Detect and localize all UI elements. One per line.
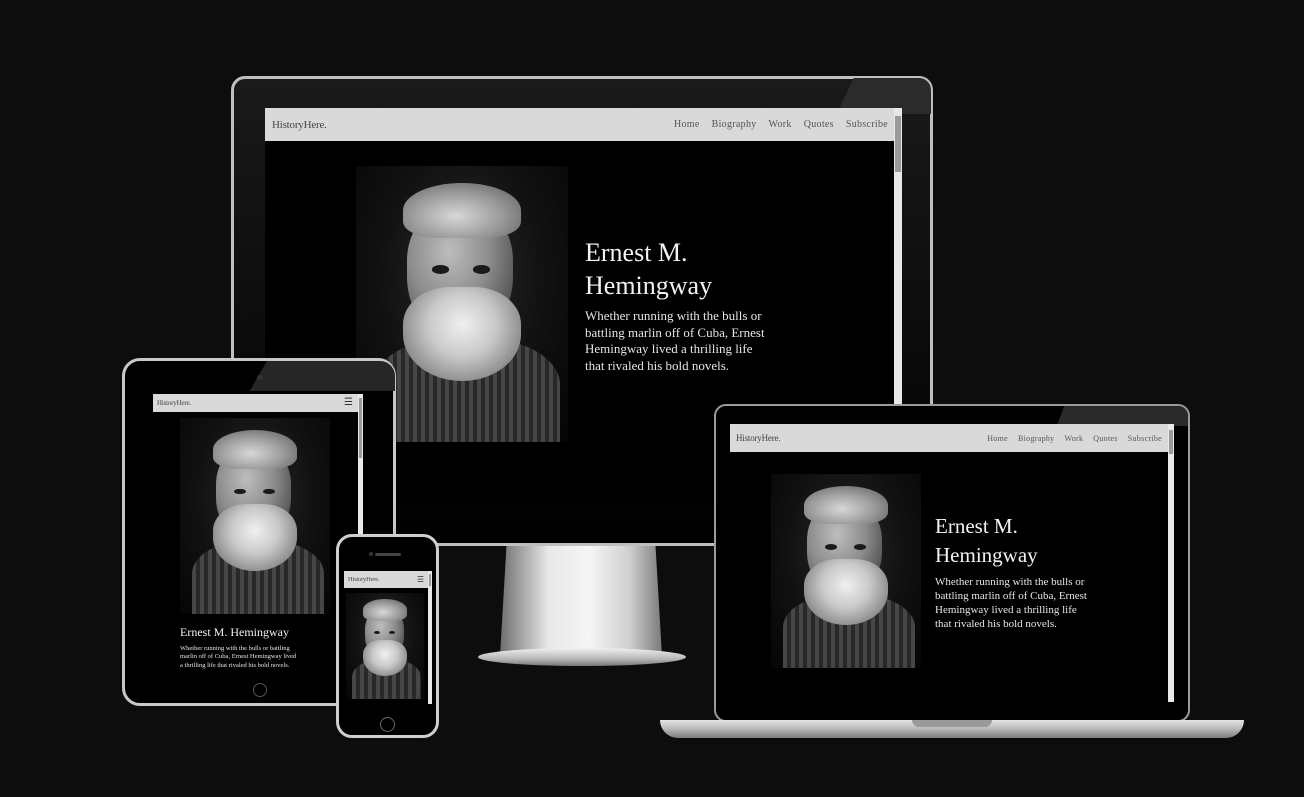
hemingway-portrait (180, 418, 330, 614)
brand-logo[interactable]: HistoryHere. (736, 433, 781, 443)
tablet-navbar: HistoryHere. ☰ (153, 394, 363, 412)
nav-home[interactable]: Home (674, 119, 700, 130)
hero-title: Ernest M. Hemingway (585, 236, 712, 303)
home-button-icon[interactable] (380, 717, 395, 732)
laptop-notch (912, 720, 992, 727)
laptop-screen: HistoryHere. Home Biography Work Quotes … (730, 424, 1174, 702)
monitor-stand (500, 546, 662, 656)
nav-subscribe[interactable]: Subscribe (1128, 434, 1162, 443)
desktop-nav-links: Home Biography Work Quotes Subscribe (662, 119, 888, 130)
nav-biography[interactable]: Biography (712, 119, 757, 130)
desktop-navbar: HistoryHere. Home Biography Work Quotes … (265, 108, 902, 141)
phone-navbar: HistoryHere. ☰ (344, 571, 432, 588)
laptop-navbar: HistoryHere. Home Biography Work Quotes … (730, 424, 1174, 452)
hero-title: Ernest M. Hemingway (935, 514, 1038, 567)
nav-home[interactable]: Home (987, 434, 1008, 443)
hero-title-line2: Hemingway (585, 271, 713, 301)
hero-title: Ernest M. Hemingway (180, 625, 289, 639)
hero-lead: Whether running with the bulls or battli… (935, 576, 1087, 630)
phone-scrollbar[interactable] (428, 571, 432, 704)
nav-subscribe[interactable]: Subscribe (846, 119, 888, 130)
monitor-base (478, 648, 686, 666)
brand-logo[interactable]: HistoryHere. (348, 576, 380, 583)
nav-biography[interactable]: Biography (1018, 434, 1054, 443)
hemingway-portrait (346, 593, 424, 699)
scrollbar-thumb[interactable] (429, 574, 431, 586)
scrollbar-thumb[interactable] (895, 116, 901, 172)
scrollbar-thumb[interactable] (359, 398, 362, 458)
hamburger-icon[interactable]: ☰ (344, 398, 353, 408)
nav-work[interactable]: Work (769, 119, 792, 130)
phone-screen: HistoryHere. ☰ (344, 571, 432, 704)
laptop-scrollbar[interactable] (1168, 424, 1174, 702)
hero-lead: Whether running with the bulls or battli… (180, 645, 297, 669)
tablet-screen: HistoryHere. ☰ Ernest M. Hemingway Wheth… (153, 394, 363, 672)
laptop-nav-links: Home Biography Work Quotes Subscribe (977, 434, 1162, 443)
nav-quotes[interactable]: Quotes (1093, 434, 1117, 443)
speaker-icon (375, 553, 401, 556)
scrollbar-thumb[interactable] (1169, 430, 1173, 454)
hero-title-line1: Ernest M. (585, 238, 688, 267)
camera-icon (369, 552, 373, 556)
home-button-icon[interactable] (253, 683, 267, 697)
brand-logo[interactable]: HistoryHere. (157, 399, 191, 407)
camera-icon (257, 375, 262, 380)
brand-logo[interactable]: HistoryHere. (272, 119, 327, 131)
nav-quotes[interactable]: Quotes (804, 119, 834, 130)
laptop-gloss (1008, 406, 1188, 426)
nav-work[interactable]: Work (1064, 434, 1083, 443)
hemingway-portrait (771, 474, 921, 668)
hero-lead: Whether running with the bulls or battli… (585, 308, 765, 373)
hamburger-icon[interactable]: ☰ (417, 575, 424, 584)
